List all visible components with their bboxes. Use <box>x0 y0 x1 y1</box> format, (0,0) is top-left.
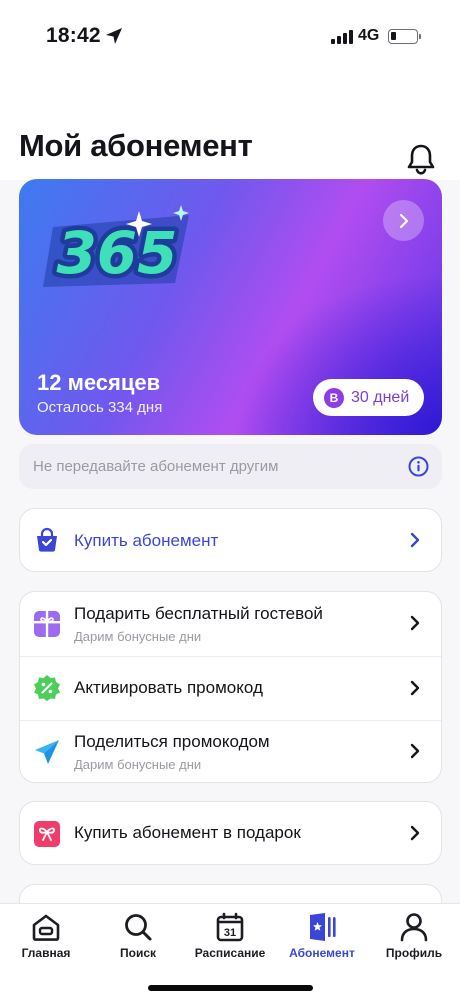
group-buy: Купить абонемент <box>19 508 442 572</box>
profile-icon <box>400 913 428 942</box>
chevron-right-icon <box>410 532 420 548</box>
tab-membership[interactable]: Абонемент <box>276 904 368 974</box>
chevron-right-icon <box>410 615 420 631</box>
row-title: Поделиться промокодом <box>74 732 270 751</box>
tab-label: Расписание <box>194 946 266 960</box>
tab-label: Поиск <box>119 946 156 960</box>
notice-text: Не передавайте абонемент другим <box>33 458 279 475</box>
bell-icon[interactable] <box>404 142 438 176</box>
subscription-card[interactable]: 365 365 12 месяцев Осталось 334 дня B 30… <box>19 179 442 435</box>
card-open-button[interactable] <box>383 200 424 241</box>
row-subtitle: Дарим бонусные дни <box>74 757 202 772</box>
battery-tip <box>419 34 421 39</box>
battery-icon <box>388 29 418 44</box>
chevron-right-icon <box>410 680 420 696</box>
list-item-gift-guest[interactable]: Подарить бесплатный гостевой Дарим бонус… <box>20 592 441 656</box>
list-item-buy-subscription[interactable]: Купить абонемент <box>20 509 441 571</box>
search-icon <box>125 914 152 941</box>
status-time: 18:42 <box>46 24 101 47</box>
chevron-right-icon <box>410 825 420 841</box>
calendar-icon: 31 <box>216 912 244 942</box>
chevron-right-icon <box>410 743 420 759</box>
bonus-days-badge[interactable]: B 30 дней <box>313 379 424 416</box>
tab-home[interactable]: Главная <box>0 904 92 974</box>
list-item-buy-gift[interactable]: Купить абонемент в подарок <box>20 802 441 864</box>
list-item-activate-promo[interactable]: Активировать промокод <box>20 656 441 720</box>
page-title: Мой абонемент <box>19 128 253 163</box>
tab-label: Профиль <box>385 946 443 960</box>
bonus-days-label: 30 дней <box>351 388 410 406</box>
status-bar: 18:42 4G <box>0 0 460 70</box>
svg-text:31: 31 <box>224 927 236 939</box>
info-notice: Не передавайте абонемент другим <box>19 444 442 489</box>
row-subtitle: Дарим бонусные дни <box>74 629 202 644</box>
home-indicator <box>148 985 313 991</box>
tab-schedule[interactable]: 31 Расписание <box>184 904 276 974</box>
info-icon[interactable] <box>408 456 429 477</box>
percent-badge-icon <box>34 675 60 701</box>
shopping-bag-icon <box>37 527 57 552</box>
row-title: Купить абонемент в подарок <box>74 823 301 842</box>
row-title: Подарить бесплатный гостевой <box>74 604 323 623</box>
membership-card-icon <box>310 913 336 941</box>
home-icon <box>32 914 60 941</box>
network-type: 4G <box>358 27 380 44</box>
group-bonus: Подарить бесплатный гостевой Дарим бонус… <box>19 591 442 783</box>
gift-box-icon <box>34 821 60 847</box>
list-item-share-promo[interactable]: Поделиться промокодом Дарим бонусные дни <box>20 720 441 782</box>
chevron-right-icon <box>399 213 408 228</box>
location-arrow-icon <box>106 28 122 44</box>
tab-label: Главная <box>21 946 71 960</box>
logo-365: 365 365 <box>43 205 189 292</box>
svg-text:365: 365 <box>56 219 177 287</box>
tab-search[interactable]: Поиск <box>92 904 184 974</box>
subscription-remaining: Осталось 334 дня <box>37 399 163 416</box>
row-title: Купить абонемент <box>74 531 219 550</box>
paper-plane-icon <box>35 740 59 764</box>
gift-icon <box>34 611 60 637</box>
tab-label: Абонемент <box>289 946 355 960</box>
group-gift: Купить абонемент в подарок <box>19 801 442 865</box>
bonus-coin-icon: B <box>324 387 344 408</box>
row-title: Активировать промокод <box>74 678 263 697</box>
tab-profile[interactable]: Профиль <box>368 904 460 974</box>
subscription-duration: 12 месяцев <box>37 370 161 395</box>
cellular-signal-icon <box>331 30 353 44</box>
